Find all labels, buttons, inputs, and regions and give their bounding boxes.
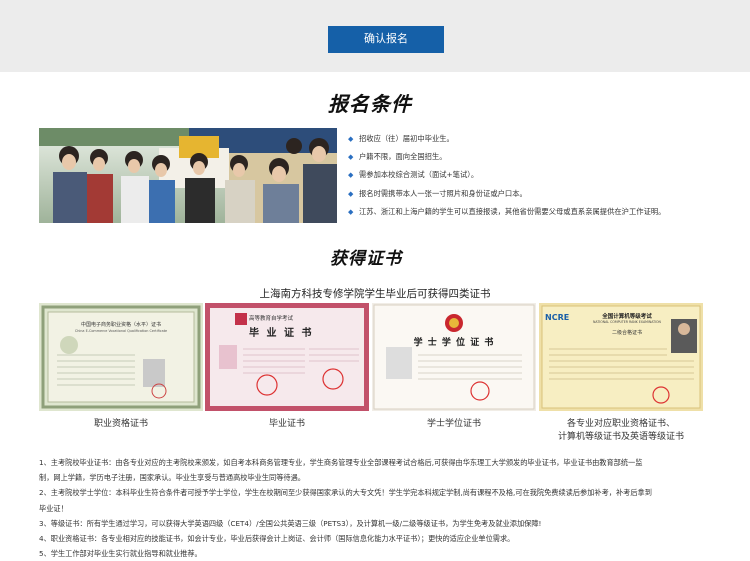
note-line: 3、等级证书：所有学生通过学习，可以获得大学英语四级（CET4）/全国公共英语三… <box>39 518 542 528</box>
cert-head-text: 中国电子商务职业资格（水平）证书 <box>80 322 161 328</box>
conditions-list: ◆ 招收应（往）届初中毕业生。 ◆ 户籍不限，面向全国招生。 ◆ 需参加本校综合测试（… <box>348 130 728 221</box>
list-item: ◆ 需参加本校综合测试（面试+笔试）。 <box>348 166 728 184</box>
condition-text: 户籍不限，面向全国招生。 <box>359 152 447 162</box>
cert-label-diploma: 毕业证书 <box>268 419 305 429</box>
degree-certificate-image: 学 士 学 位 证 书 <box>372 303 536 411</box>
condition-text: 江苏、浙江和上海户籍的学生可以直接报读，其他省份需要父母或直系亲属提供在沪工作证… <box>359 206 666 216</box>
cert-main-text: 毕 业 证 书 <box>249 328 314 339</box>
cert-head-text: 全国计算机等级考试 <box>602 314 652 320</box>
note-line: 制，网上学籍，学历电子注册，国家承认。毕业生享受与普通高校毕业生同等待遇。 <box>39 473 305 483</box>
cert-head-text: 高等教育自学考试 <box>249 316 294 322</box>
students-photo-image <box>39 128 337 223</box>
cert-label-line1: 各专业对应职业资格证书、 <box>566 419 675 429</box>
list-item: ◆ 报名时需携带本人一张一寸照片和身份证或户口本。 <box>348 185 728 203</box>
section-header-enrolment: 报名条件 ENROLMENT CONDITIONS • • <box>326 85 464 116</box>
cert-label-vocational: 职业资格证书 <box>93 419 148 429</box>
cert-sub-text: China E-Commerce Vocational Qualificatio… <box>74 329 168 333</box>
diamond-bullet-icon: ◆ <box>348 135 354 143</box>
ncre-certificate-image: NCRE 全国计算机等级考试 NATIONAL COMPUTER RANK EX… <box>539 303 703 411</box>
condition-text: 需参加本校综合测试（面试+笔试）。 <box>359 170 479 180</box>
note-line: 2、主考院校学士学位：本科毕业生符合条件者可授予学士学位，学生在校期间至少获得国… <box>39 488 652 498</box>
diploma-certificate-image: 高等教育自学考试 毕 业 证 书 <box>205 303 369 411</box>
section-title-cn: 报名条件 <box>328 92 412 116</box>
cert-main-text: 学 士 学 位 证 书 <box>413 338 495 348</box>
note-line: 1、主考院校毕业证书：由各专业对应的主考院校来颁发，如自考本科商务管理专业，学生… <box>39 458 643 467</box>
diamond-bullet-icon: ◆ <box>348 189 354 198</box>
confirm-signup-button[interactable]: 确认报名 <box>328 26 444 53</box>
note-line: 5、学生工作部对毕业生实行就业指导和就业推荐。 <box>39 549 202 559</box>
list-item: ◆ 户籍不限，面向全国招生。 <box>348 148 728 166</box>
list-item: ◆ 招收应（往）届初中毕业生。 <box>348 130 728 148</box>
ncre-logo: NCRE <box>545 313 570 322</box>
section-header-certificate: 获得证书 OBTAIN A CERTIFICATE • • <box>330 238 450 272</box>
cert-badge-text: 二级合格证书 <box>611 330 642 336</box>
condition-text: 报名时需携带本人一张一寸照片和身份证或户口本。 <box>359 188 527 198</box>
condition-text: 招收应（往）届初中毕业生。 <box>359 134 454 143</box>
diamond-bullet-icon: ◆ <box>348 171 354 180</box>
cert-heading: 上海南方科技专修学院学生毕业后可获得四类证书 <box>259 288 491 300</box>
students-photo <box>39 128 337 223</box>
note-line: 4、职业资格证书：各专业相对应的技能证书，如会计专业，毕业后获得会计上岗证、会计… <box>39 534 515 544</box>
vocational-certificate-image: 中国电子商务职业资格（水平）证书 China E-Commerce Vocati… <box>39 303 203 411</box>
cert-label-other: 各专业对应职业资格证书、 计算机等级证书及英语等级证书 <box>539 418 703 444</box>
diamond-bullet-icon: ◆ <box>348 153 354 162</box>
section-title-cn: 获得证书 <box>330 249 402 269</box>
cert-label-line2: 计算机等级证书及英语等级证书 <box>557 432 684 442</box>
notes-section: 1、主考院校毕业证书：由各专业对应的主考院校来颁发，如自考本科商务管理专业，学生… <box>39 455 729 561</box>
cert-sub-text: NATIONAL COMPUTER RANK EXAMINATION <box>593 320 661 324</box>
decor-dots: • • <box>408 249 422 257</box>
list-item: ◆ 江苏、浙江和上海户籍的学生可以直接报读，其他省份需要父母或直系亲属提供在沪工作… <box>348 203 728 221</box>
cert-label-degree: 学士学位证书 <box>426 419 481 429</box>
diamond-bullet-icon: ◆ <box>348 207 354 216</box>
note-line: 毕业证！ <box>39 503 68 513</box>
decor-dots: • • <box>420 96 434 104</box>
